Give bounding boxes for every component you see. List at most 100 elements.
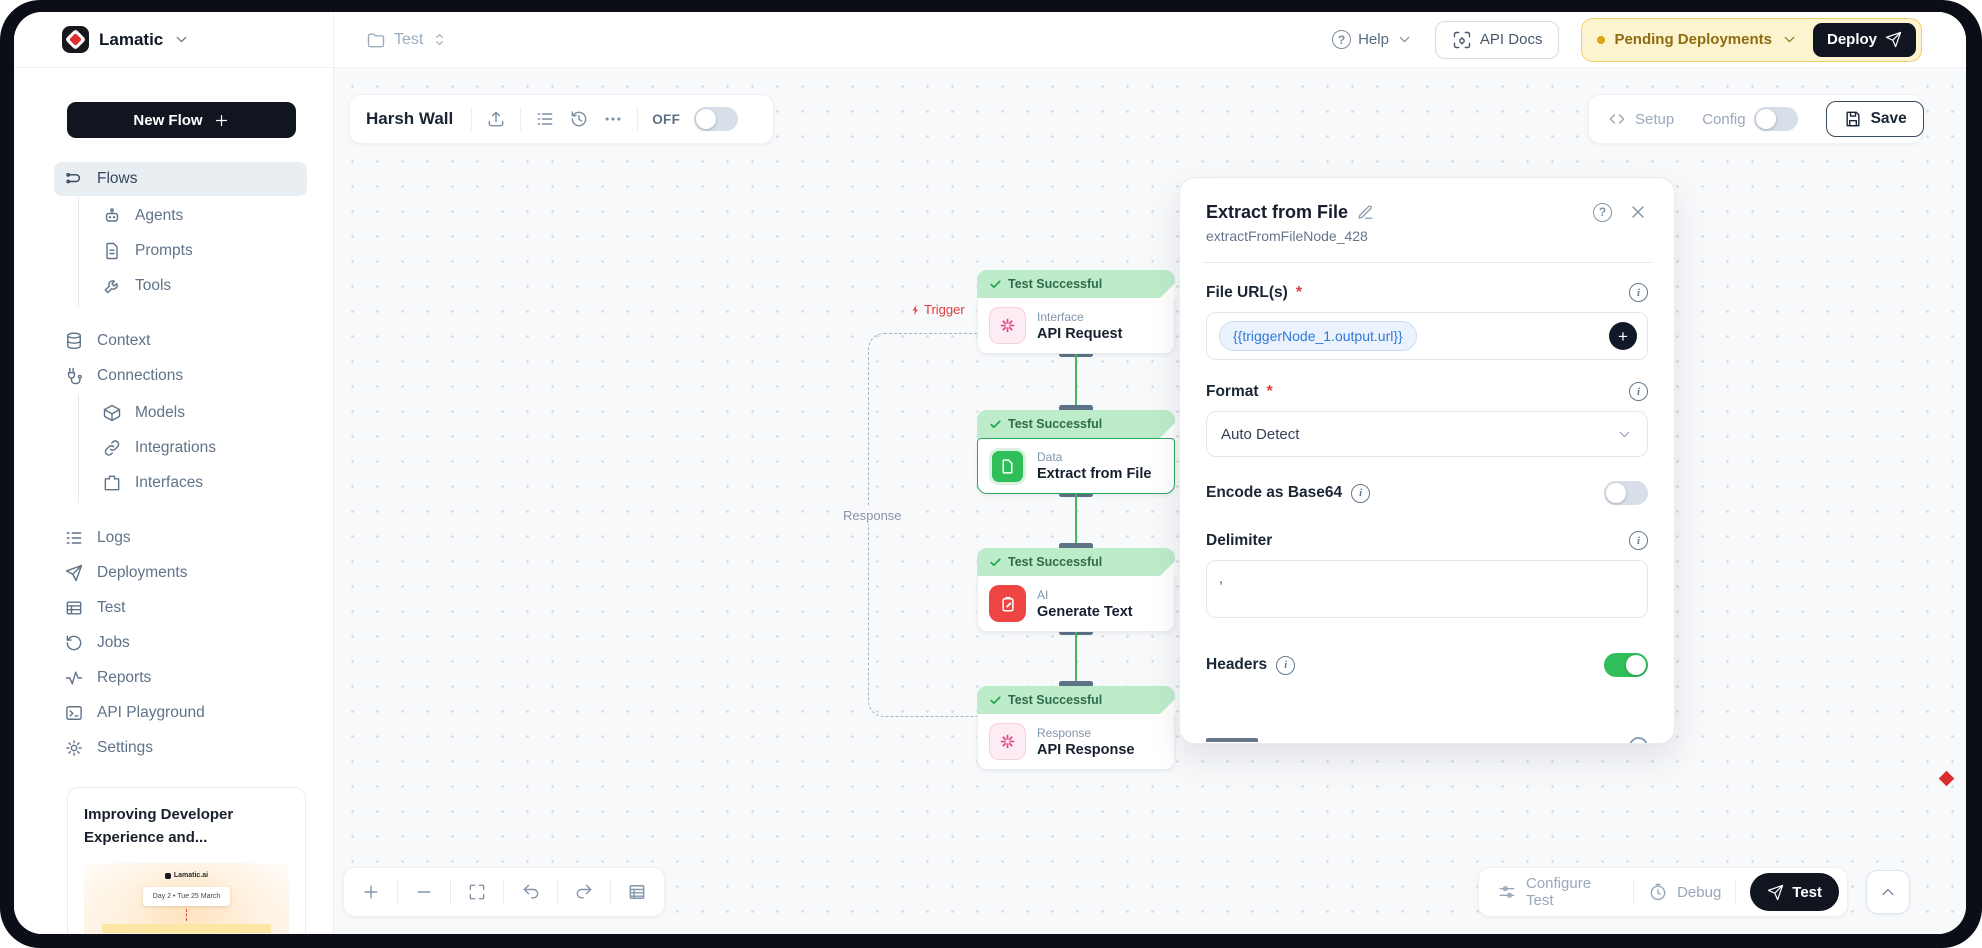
sidebar-item-flows[interactable]: Flows bbox=[54, 162, 307, 196]
file-text-icon bbox=[102, 241, 122, 261]
save-icon bbox=[1843, 109, 1863, 129]
test-toolbar: Configure Test Debug Test bbox=[1478, 867, 1848, 917]
node-status-badge: Test Successful bbox=[977, 548, 1175, 576]
fit-view-icon[interactable] bbox=[458, 882, 496, 902]
node-api-response[interactable]: Test Successful Response API Response bbox=[977, 686, 1175, 770]
api-docs-button[interactable]: API Docs bbox=[1435, 21, 1560, 59]
close-icon[interactable] bbox=[1628, 202, 1648, 222]
info-icon[interactable]: i bbox=[1629, 283, 1648, 302]
sidebar-item-context[interactable]: Context bbox=[54, 324, 307, 358]
pending-deployments-label: Pending Deployments bbox=[1614, 31, 1772, 48]
info-icon[interactable]: i bbox=[1629, 531, 1648, 550]
flow-enabled-toggle[interactable] bbox=[694, 107, 738, 131]
setup-label: Setup bbox=[1635, 111, 1674, 128]
sidebar-item-label: Logs bbox=[97, 529, 131, 547]
redo-icon[interactable] bbox=[565, 882, 603, 902]
setup-button[interactable]: Setup bbox=[1607, 109, 1674, 129]
run-test-button[interactable]: Test bbox=[1750, 873, 1839, 911]
more-options-icon[interactable] bbox=[603, 109, 623, 129]
chevron-down-icon bbox=[1396, 31, 1413, 48]
database-icon bbox=[64, 331, 84, 351]
save-button[interactable]: Save bbox=[1826, 101, 1924, 137]
encode-base64-toggle[interactable] bbox=[1604, 481, 1648, 505]
edit-pencil-icon[interactable] bbox=[1357, 204, 1374, 221]
file-urls-input[interactable]: {{triggerNode_1.output.url}} + bbox=[1206, 312, 1648, 360]
sidebar-item-logs[interactable]: Logs bbox=[54, 521, 307, 555]
debug-button[interactable]: Debug bbox=[1648, 882, 1721, 902]
node-api-request[interactable]: Test Successful Interface API Request bbox=[977, 270, 1175, 354]
share-upload-icon[interactable] bbox=[486, 109, 506, 129]
pending-deployments-pill[interactable]: Pending Deployments Deploy bbox=[1581, 18, 1922, 62]
flow-breadcrumb[interactable]: Test bbox=[334, 30, 448, 50]
workspace-switcher[interactable]: Lamatic bbox=[14, 12, 334, 67]
sidebar-item-api-playground[interactable]: API Playground bbox=[54, 696, 307, 730]
format-select[interactable]: Auto Detect bbox=[1206, 411, 1648, 457]
delimiter-input[interactable]: , bbox=[1206, 560, 1648, 618]
zoom-in-icon[interactable] bbox=[352, 882, 390, 902]
zoom-out-icon[interactable] bbox=[405, 882, 443, 902]
undo-icon[interactable] bbox=[512, 882, 550, 902]
connections-subgroup: Models Integrations Interfaces bbox=[78, 394, 333, 503]
brand-name: Lamatic bbox=[99, 30, 163, 50]
node-category: AI bbox=[1037, 588, 1133, 602]
sidebar-item-label: Agents bbox=[135, 207, 183, 225]
promo-thumbnail: Lamatic.ai Day 2 • Tue 25 March bbox=[84, 863, 289, 934]
sidebar-item-label: Integrations bbox=[135, 439, 216, 457]
response-edge-label: Response bbox=[839, 507, 906, 524]
deploy-button[interactable]: Deploy bbox=[1813, 23, 1916, 57]
cube-icon bbox=[102, 403, 122, 423]
sidebar-item-models[interactable]: Models bbox=[79, 396, 307, 430]
sidebar-item-interfaces[interactable]: Interfaces bbox=[79, 466, 307, 500]
promo-card[interactable]: Improving Developer Experience and... La… bbox=[67, 787, 306, 934]
terminal-icon bbox=[64, 703, 84, 723]
debug-label: Debug bbox=[1677, 884, 1721, 901]
sidebar-item-label: Prompts bbox=[135, 242, 193, 260]
sidebar-item-label: Models bbox=[135, 404, 185, 422]
node-id: extractFromFileNode_428 bbox=[1206, 228, 1374, 244]
node-config-panel: Extract from File extractFromFileNode_42… bbox=[1179, 177, 1675, 744]
sidebar-item-label: Settings bbox=[97, 739, 153, 757]
sidebar-item-label: Test bbox=[97, 599, 125, 617]
history-icon[interactable] bbox=[569, 109, 589, 129]
variable-chip[interactable]: {{triggerNode_1.output.url}} bbox=[1219, 321, 1417, 351]
sidebar-item-test[interactable]: Test bbox=[54, 591, 307, 625]
sidebar-item-settings[interactable]: Settings bbox=[54, 731, 307, 765]
configure-test-button[interactable]: Configure Test bbox=[1497, 875, 1619, 909]
queue-list-icon[interactable] bbox=[535, 109, 555, 129]
code-icon bbox=[1607, 109, 1627, 129]
sidebar-item-reports[interactable]: Reports bbox=[54, 661, 307, 695]
node-status-badge: Test Successful bbox=[977, 270, 1175, 298]
sidebar-item-deployments[interactable]: Deployments bbox=[54, 556, 307, 590]
collapse-panel-button[interactable] bbox=[1866, 870, 1910, 914]
info-icon[interactable]: i bbox=[1276, 656, 1295, 675]
sidebar-item-tools[interactable]: Tools bbox=[79, 269, 307, 303]
sidebar-item-agents[interactable]: Agents bbox=[79, 199, 307, 233]
flow-icon bbox=[64, 169, 84, 189]
panel-help-icon[interactable]: ? bbox=[1593, 203, 1612, 222]
headers-toggle[interactable] bbox=[1604, 653, 1648, 677]
help-menu[interactable]: ? Help bbox=[1332, 30, 1413, 49]
data-table-icon[interactable] bbox=[618, 882, 656, 902]
node-generate-text[interactable]: Test Successful AI Generate Text bbox=[977, 548, 1175, 632]
sidebar-item-prompts[interactable]: Prompts bbox=[79, 234, 307, 268]
flow-canvas[interactable]: Harsh Wall OFF Setup Config bbox=[334, 68, 1966, 934]
sidebar-item-connections[interactable]: Connections bbox=[54, 359, 307, 393]
sidebar-item-integrations[interactable]: Integrations bbox=[79, 431, 307, 465]
format-label: Format bbox=[1206, 383, 1259, 401]
node-extract-from-file[interactable]: Test Successful Data Extract from File bbox=[977, 410, 1175, 494]
activity-icon bbox=[64, 668, 84, 688]
setup-toolbar: Setup Config Save bbox=[1588, 94, 1923, 144]
node-status-badge: Test Successful bbox=[977, 686, 1175, 714]
add-url-button[interactable]: + bbox=[1609, 322, 1637, 350]
status-dot bbox=[1597, 36, 1605, 44]
top-header: Lamatic Test ? Help API Docs Pending Dep… bbox=[14, 12, 1966, 68]
sidebar-item-jobs[interactable]: Jobs bbox=[54, 626, 307, 660]
node-status-badge: Test Successful bbox=[977, 410, 1175, 438]
chevron-down-icon bbox=[1781, 31, 1798, 48]
new-flow-button[interactable]: New Flow bbox=[67, 102, 296, 138]
info-icon[interactable]: i bbox=[1629, 382, 1648, 401]
info-icon[interactable]: i bbox=[1351, 484, 1370, 503]
config-toggle[interactable] bbox=[1754, 107, 1798, 131]
flow-name: Harsh Wall bbox=[366, 109, 453, 129]
edge-line bbox=[1075, 494, 1077, 548]
